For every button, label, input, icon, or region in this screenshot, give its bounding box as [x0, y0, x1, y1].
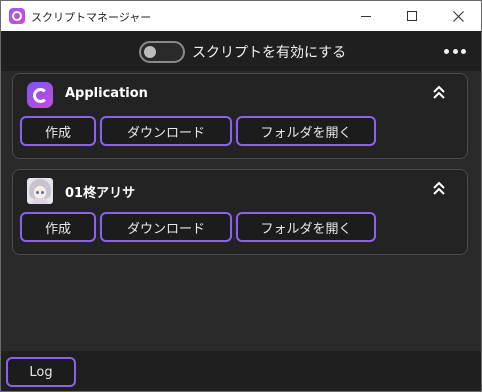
maximize-icon [407, 11, 417, 21]
card-title: 01柊アリサ [65, 186, 136, 201]
title-bar: スクリプトマネージャー [1, 1, 481, 31]
window-title: スクリプトマネージャー [31, 11, 152, 24]
create-button[interactable]: 作成 [20, 116, 96, 146]
more-options-icon[interactable] [444, 43, 466, 59]
script-list: Application 作成 ダウンロード フォルダを開く 01柊アリサ 作成 … [1, 71, 481, 351]
download-button[interactable]: ダウンロード [100, 116, 232, 146]
script-card-application: Application 作成 ダウンロード フォルダを開く [12, 73, 468, 159]
collapse-icon[interactable] [431, 180, 447, 198]
card-title: Application [65, 86, 148, 101]
download-button[interactable]: ダウンロード [100, 212, 232, 242]
enable-scripts-label: スクリプトを有効にする [192, 45, 347, 61]
minimize-icon [361, 15, 371, 17]
minimize-button[interactable] [343, 1, 389, 31]
enable-scripts-toggle[interactable] [139, 41, 185, 63]
script-card-arisa: 01柊アリサ 作成 ダウンロード フォルダを開く [12, 169, 468, 255]
create-button[interactable]: 作成 [20, 212, 96, 242]
toggle-knob [144, 46, 156, 58]
log-button[interactable]: Log [6, 357, 76, 387]
open-folder-button[interactable]: フォルダを開く [236, 212, 376, 242]
close-icon [452, 10, 464, 22]
app-logo-icon [27, 82, 53, 108]
close-button[interactable] [435, 1, 481, 31]
collapse-icon[interactable] [431, 84, 447, 102]
script-manager-window: スクリプトマネージャー スクリプトを有効にする Application 作成 ダ… [0, 0, 482, 392]
avatar-thumbnail [27, 178, 53, 204]
open-folder-button[interactable]: フォルダを開く [236, 116, 376, 146]
app-logo-icon [9, 8, 25, 24]
header-bar: スクリプトを有効にする [1, 31, 481, 71]
footer-bar: Log [1, 351, 481, 391]
maximize-button[interactable] [389, 1, 435, 31]
